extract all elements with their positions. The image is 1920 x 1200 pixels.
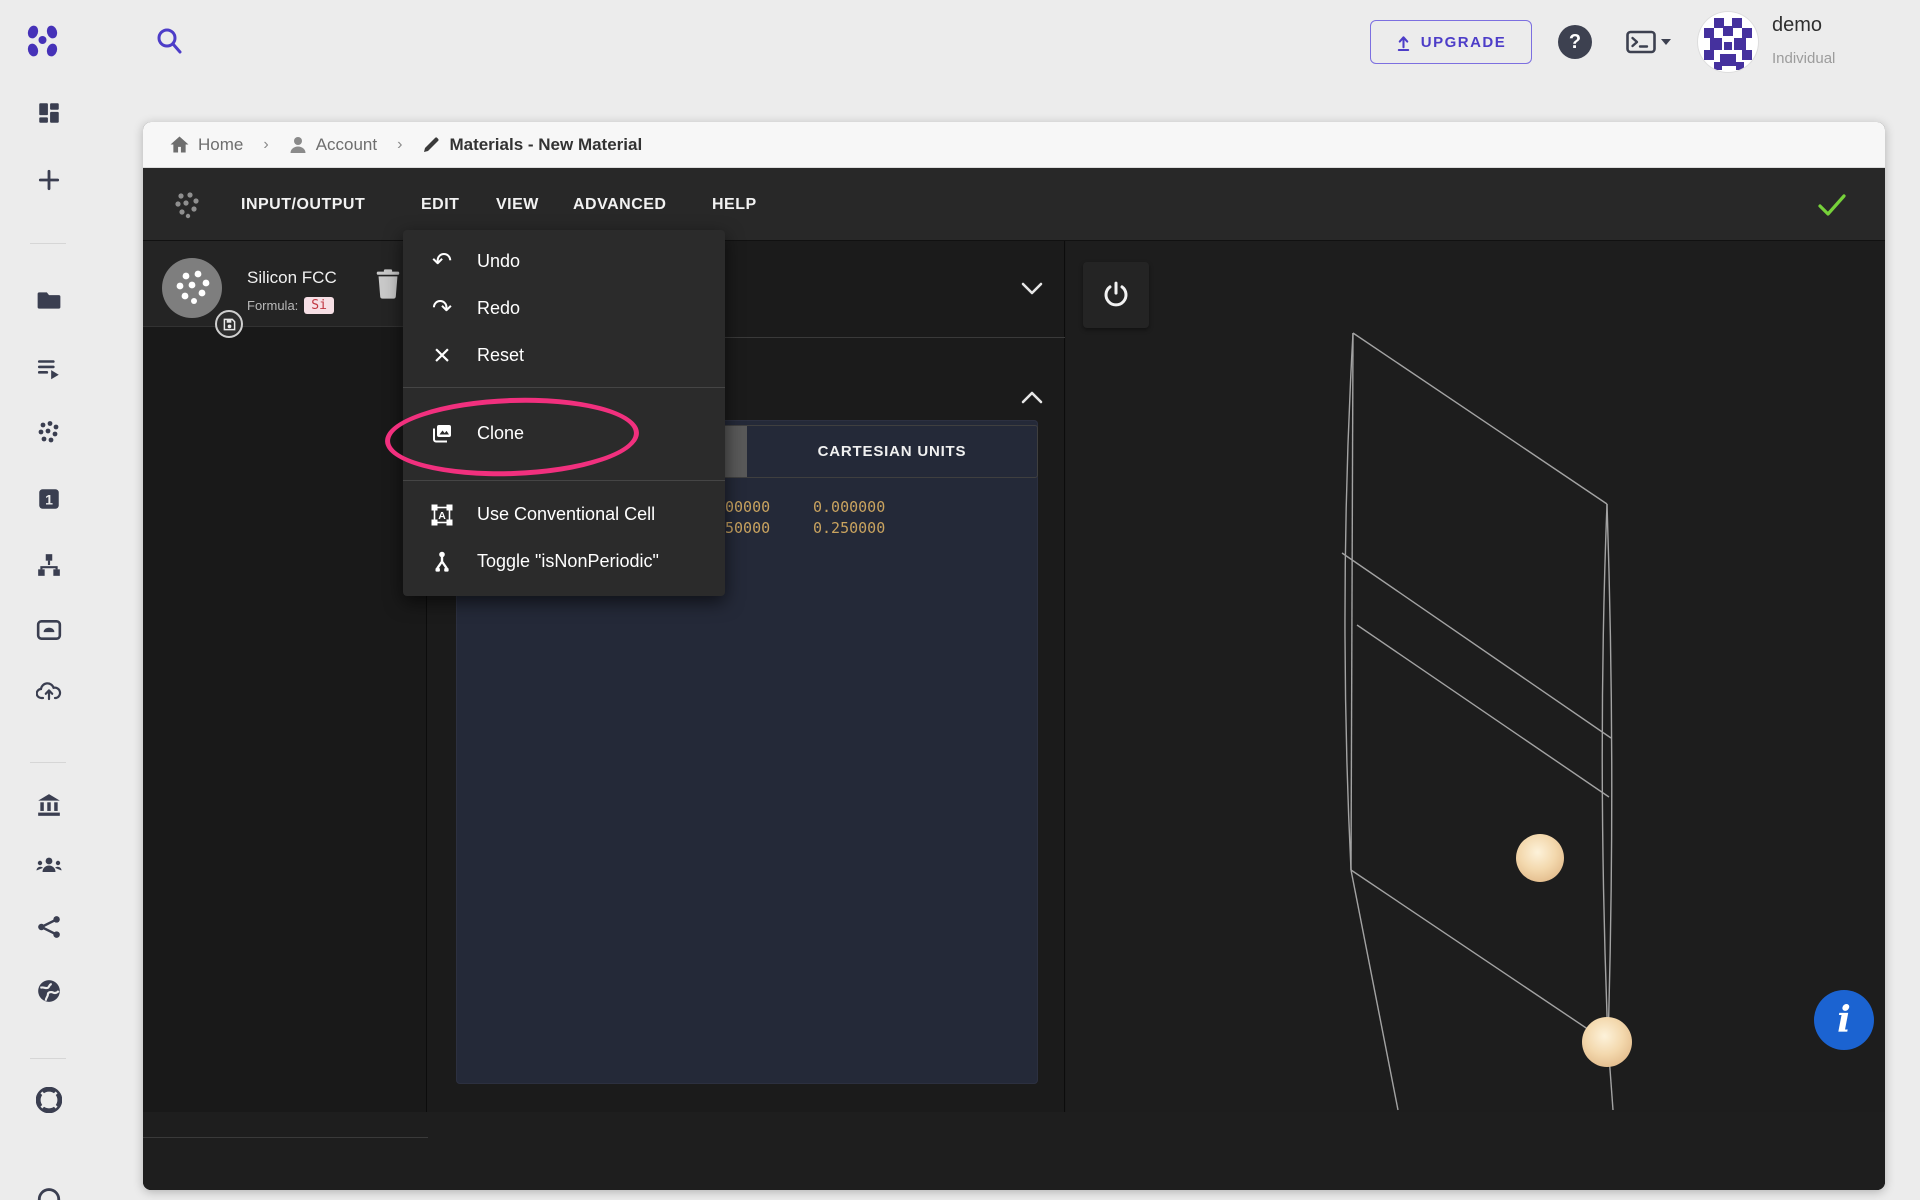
power-icon [1101,280,1131,310]
designer-logo-dots-icon [173,191,201,219]
breadcrumb-label: Account [316,135,377,155]
pencil-icon [422,136,440,154]
wheel-icon[interactable] [36,1087,62,1113]
material-avatar [162,258,222,318]
materials-list-panel: Silicon FCC Formula: Si [143,241,427,1137]
coordinate-cell[interactable]: 0.000000 [813,498,885,516]
chevron-up-icon[interactable] [1021,390,1043,404]
add-icon[interactable] [36,167,62,193]
partial-circle-icon[interactable] [36,1182,62,1200]
menu-item-toggle-isnonperiodic[interactable]: Toggle "isNonPeriodic" [403,538,725,585]
dashboard-icon[interactable] [36,100,62,126]
menu-input-output[interactable]: INPUT/OUTPUT [241,168,365,241]
breadcrumb-home[interactable]: Home [170,135,243,155]
materials-dots-icon[interactable] [36,419,62,445]
coordinate-cell[interactable]: 50000 [725,519,770,537]
menu-divider [403,480,725,481]
breadcrumb-label: Home [198,135,243,155]
menu-item-label: Redo [477,298,520,319]
chevron-down-icon[interactable] [1021,282,1043,296]
edit-dropdown-menu: ↶ Undo ↷ Redo × Reset Clone [403,230,725,596]
material-name: Silicon FCC [247,268,337,288]
undo-icon: ↶ [429,249,455,275]
svg-text:A: A [438,510,446,522]
sidebar-divider [30,1058,66,1059]
menu-item-undo[interactable]: ↶ Undo [403,238,725,285]
console-menu-button[interactable] [1626,27,1678,57]
one-box-icon[interactable]: 1 [36,486,62,512]
clone-icon [429,421,455,447]
save-badge-icon [215,310,243,338]
breadcrumb-current-page[interactable]: Materials - New Material [422,135,642,155]
user-name: demo [1772,14,1822,37]
jobs-list-icon[interactable] [36,355,62,381]
svg-text:1: 1 [45,491,53,507]
check-icon [1817,193,1847,217]
people-icon[interactable] [36,855,62,881]
formula-label: Formula: [247,298,298,313]
left-sidebar: 1 [0,84,96,1200]
footer-divider [143,1137,428,1138]
upgrade-button[interactable]: UPGRADE [1370,20,1532,64]
materials-designer-window: Home › Account › Materials - New Materia… [143,122,1885,1190]
home-icon [170,136,189,153]
terminal-icon [1626,30,1656,54]
tab-cartesian-units[interactable]: CARTESIAN UNITS [747,426,1037,477]
reset-icon: × [429,343,455,369]
user-avatar[interactable] [1698,12,1758,72]
search-icon[interactable] [154,26,184,56]
upgrade-label: UPGRADE [1421,34,1507,51]
top-bar: UPGRADE ? demo Individual [0,0,1920,84]
menu-item-redo[interactable]: ↷ Redo [403,285,725,332]
formula-chip: Si [304,297,334,314]
workflow-icon[interactable] [36,552,62,578]
redo-icon: ↷ [429,296,455,322]
help-icon[interactable]: ? [1558,25,1592,59]
breadcrumb-separator: › [255,136,276,154]
breadcrumb: Home › Account › Materials - New Materia… [143,122,1885,168]
menu-item-label: Clone [477,423,524,444]
conventional-cell-icon: A [429,502,455,528]
caret-down-icon [1660,38,1672,46]
menu-item-reset[interactable]: × Reset [403,332,725,379]
coordinate-cell[interactable]: 00000 [725,498,770,516]
atom-sphere[interactable] [1582,1017,1632,1067]
image-icon[interactable] [36,617,62,643]
three-d-viewer[interactable]: i [1066,241,1885,1112]
menu-item-label: Undo [477,251,520,272]
trash-icon[interactable] [375,268,405,302]
non-periodic-icon [429,549,455,575]
info-button[interactable]: i [1814,990,1874,1050]
person-icon [289,136,307,154]
menu-item-label: Reset [477,345,524,366]
coordinate-cell[interactable]: 0.250000 [813,519,885,537]
menu-item-clone[interactable]: Clone [403,410,725,457]
window-footer [143,1112,1885,1190]
folder-icon[interactable] [36,287,62,313]
sidebar-divider [30,762,66,763]
upload-icon [1396,34,1411,51]
share-icon[interactable] [36,914,62,940]
crystal-wireframe [1066,241,1885,1112]
menu-divider [403,387,725,388]
material-formula: Formula: Si [247,297,334,314]
app-logo-icon[interactable] [24,23,62,61]
cloud-upload-icon[interactable] [36,680,62,706]
sidebar-divider [30,243,66,244]
menu-item-label: Toggle "isNonPeriodic" [477,551,659,572]
breadcrumb-separator: › [389,136,410,154]
menu-item-label: Use Conventional Cell [477,504,655,525]
globe-icon[interactable] [36,978,62,1004]
breadcrumb-account[interactable]: Account [289,135,377,155]
menu-item-use-conventional-cell[interactable]: A Use Conventional Cell [403,491,725,538]
material-list-item[interactable]: Silicon FCC Formula: Si [143,241,427,327]
bank-icon[interactable] [36,792,62,818]
breadcrumb-label: Materials - New Material [449,135,642,155]
atom-sphere[interactable] [1516,834,1564,882]
power-button[interactable] [1083,262,1149,328]
user-plan: Individual [1772,50,1835,67]
